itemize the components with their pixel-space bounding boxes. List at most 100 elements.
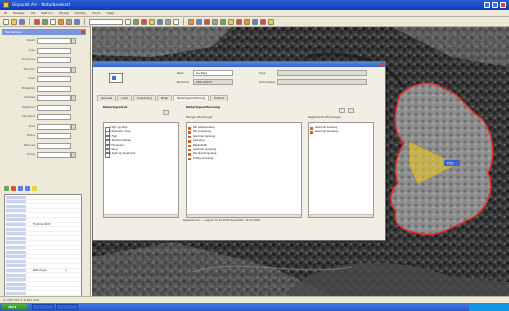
- toolbar-button-12[interactable]: [141, 18, 147, 25]
- toolbar-button-1[interactable]: [3, 18, 9, 25]
- chevron-down-icon[interactable]: [71, 152, 76, 158]
- registered-scrollbar[interactable]: [309, 214, 373, 217]
- toolbar-button-4[interactable]: [34, 18, 40, 25]
- property-label: Areal: [28, 77, 35, 80]
- toolbar-button-18[interactable]: [196, 18, 202, 25]
- toolbar-button-23[interactable]: [236, 18, 242, 25]
- scale-combo[interactable]: [89, 18, 123, 25]
- toolbar-button-5[interactable]: [42, 18, 48, 25]
- property-field[interactable]: [37, 85, 71, 92]
- add-variant-button[interactable]: [339, 108, 345, 113]
- menu-help[interactable]: Hjelp: [107, 10, 115, 16]
- taskbar-item-window[interactable]: [56, 304, 78, 310]
- minimize-button[interactable]: [484, 2, 490, 8]
- menu-view[interactable]: Vis: [31, 10, 35, 16]
- variant-item[interactable]: Fuktig lauvskog: [187, 157, 301, 161]
- property-field[interactable]: [37, 76, 71, 82]
- dialog-header: Navn Lia-fløya Nummer 0301-00123 Type Ko…: [97, 68, 383, 92]
- add-layer-button[interactable]: [4, 186, 9, 191]
- toolbar-button-9[interactable]: [74, 18, 80, 25]
- toolbar-button-19[interactable]: [204, 18, 210, 25]
- chevron-down-icon[interactable]: [71, 66, 76, 73]
- toolbar-button-21[interactable]: [220, 18, 226, 25]
- menu-insert[interactable]: Sett inn: [41, 10, 53, 16]
- remove-variant-button[interactable]: [348, 108, 354, 113]
- toolbar-button-8[interactable]: [66, 18, 72, 25]
- menu-window[interactable]: Vindu: [92, 10, 101, 16]
- toolbar-button-11[interactable]: [133, 18, 139, 25]
- property-field[interactable]: [37, 133, 71, 139]
- dialog-tab[interactable]: Inventering: [132, 95, 156, 101]
- layer-up-button[interactable]: [18, 186, 23, 191]
- property-field[interactable]: [37, 114, 71, 120]
- type-label: Type: [259, 71, 266, 75]
- variant-list[interactable]: Rik edellauvskog Rik sumpskog Gammel barsk…: [186, 122, 302, 218]
- number-field[interactable]: 0301-00123: [193, 79, 233, 85]
- chevron-down-icon[interactable]: [71, 38, 76, 44]
- layer-down-button[interactable]: [25, 186, 30, 191]
- toolbar-button-17[interactable]: [188, 18, 194, 25]
- natural-type-tree[interactable]: A Myr og kilde B Rasmark, berg C Fjell D Ku…: [103, 122, 179, 218]
- menu-edit[interactable]: Rediger: [13, 10, 25, 16]
- chevron-down-icon[interactable]: [71, 95, 76, 101]
- tree-scrollbar[interactable]: [104, 214, 178, 217]
- toolbar-button-27[interactable]: [268, 18, 274, 25]
- toolbar-button-3[interactable]: [19, 18, 25, 25]
- registered-list[interactable]: Gammel barskog Gammel lauvskog: [308, 122, 374, 218]
- toolbar-button-10[interactable]: [125, 18, 131, 25]
- type-field[interactable]: [277, 70, 367, 76]
- registered-item[interactable]: Gammel lauvskog: [309, 130, 373, 135]
- layer-swatch: [6, 273, 26, 277]
- toolbar-button-13[interactable]: [149, 18, 155, 25]
- layer-properties-button[interactable]: [32, 186, 37, 191]
- main-toolbar: [0, 17, 509, 27]
- remove-layer-button[interactable]: [11, 186, 16, 191]
- panel-close-icon[interactable]: [81, 30, 85, 34]
- toolbar-button-20[interactable]: [212, 18, 218, 25]
- chevron-down-icon[interactable]: [71, 123, 76, 130]
- dialog-tab[interactable]: Lokal: [117, 95, 132, 101]
- menu-file[interactable]: Fil: [4, 10, 7, 16]
- variant-scrollbar[interactable]: [187, 214, 301, 217]
- property-field[interactable]: [37, 38, 71, 44]
- menu-selection[interactable]: Utvalg: [59, 10, 69, 16]
- toolbar-button-24[interactable]: [244, 18, 250, 25]
- property-field[interactable]: [37, 95, 71, 101]
- dialog-tab[interactable]: Naturtyper/utforming: [173, 95, 210, 101]
- toolbar-button-7[interactable]: [58, 18, 64, 25]
- property-field[interactable]: [37, 66, 71, 73]
- toolbar-button-6[interactable]: [50, 18, 56, 25]
- taskbar-item-app[interactable]: [32, 304, 54, 310]
- panel-header: Egenskaper: [2, 29, 86, 35]
- start-button[interactable]: start: [2, 304, 28, 310]
- layer-swatch: [6, 195, 26, 199]
- toolbar-button-2[interactable]: [11, 18, 17, 25]
- dialog-tab[interactable]: Tilstand: [210, 95, 229, 101]
- tree-item[interactable]: G Kyst og havstrand: [104, 152, 178, 159]
- name-field[interactable]: Lia-fløya: [193, 70, 233, 76]
- layer-list[interactable]: Flybilde 2005Naturtyper+LinjerPunkter20: [4, 194, 82, 311]
- toolbar-button-26[interactable]: [260, 18, 266, 25]
- property-field[interactable]: [37, 123, 71, 130]
- app-icon: [3, 2, 9, 8]
- maximize-button[interactable]: [492, 2, 498, 8]
- toolbar-button-15[interactable]: [165, 18, 171, 25]
- property-field[interactable]: [37, 47, 71, 54]
- dialog-close-icon[interactable]: [380, 63, 384, 66]
- dialog-tab[interactable]: Kilder: [156, 95, 173, 101]
- property-field[interactable]: [37, 142, 71, 149]
- property-label: Objekt: [26, 39, 35, 42]
- property-field[interactable]: [37, 152, 71, 158]
- menu-tools[interactable]: Verktøy: [75, 10, 86, 16]
- toolbar-button-14[interactable]: [157, 18, 163, 25]
- expand-button[interactable]: [163, 110, 169, 115]
- toolbar-button-22[interactable]: [228, 18, 234, 25]
- property-field[interactable]: [37, 104, 71, 111]
- close-button[interactable]: [500, 2, 506, 8]
- comment-field[interactable]: [277, 79, 367, 85]
- dialog-tab[interactable]: Generelt: [97, 95, 117, 101]
- toolbar-button-25[interactable]: [252, 18, 258, 25]
- window-title: Gispunkt Arc - Naturbasekart: [12, 2, 71, 7]
- property-field[interactable]: [37, 57, 71, 63]
- toolbar-button-16[interactable]: [173, 18, 179, 25]
